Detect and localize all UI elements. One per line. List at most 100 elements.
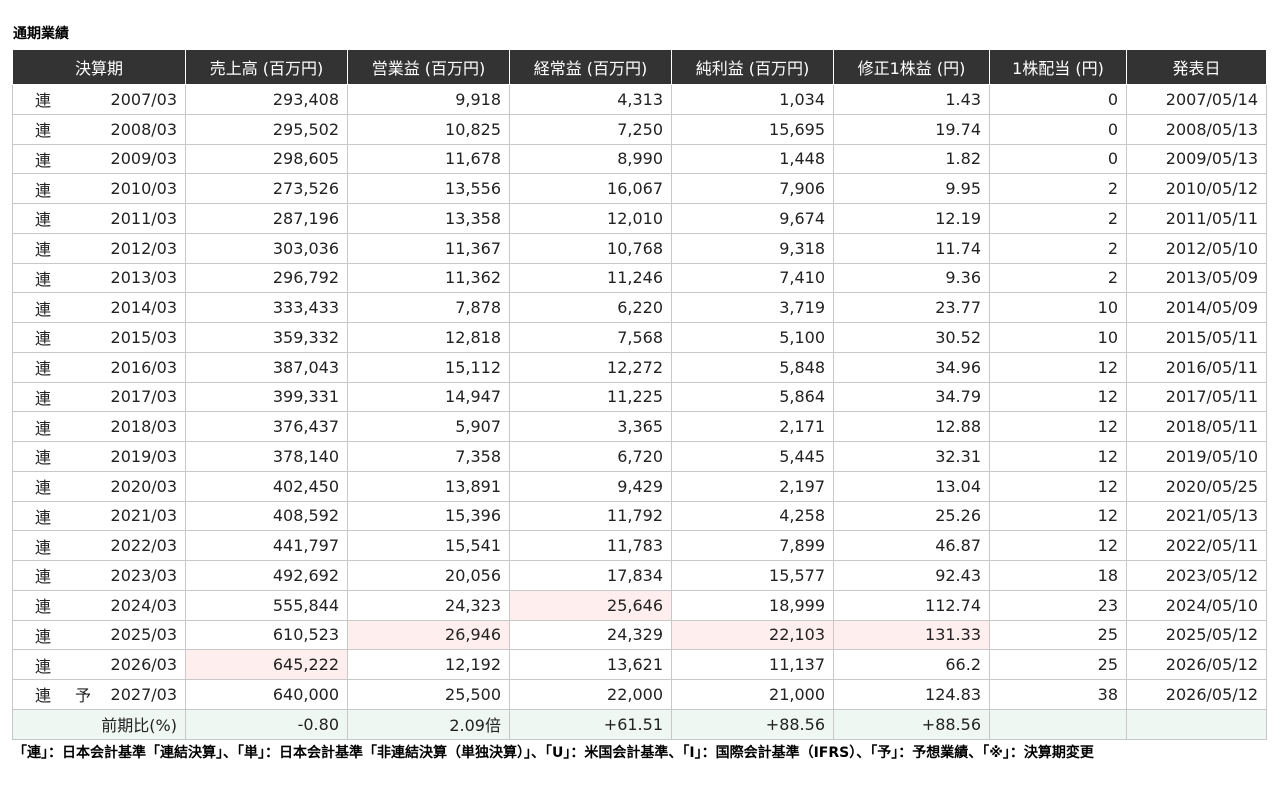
period-label: 2019/03 <box>110 446 177 466</box>
cell-ordinary: 12,010 <box>509 203 672 234</box>
cell-date: 2024/05/10 <box>1126 589 1267 621</box>
period-cell: 連 2016/03 <box>12 351 186 383</box>
period-label: 2007/03 <box>110 89 177 109</box>
cell-ordinary: 25,646 <box>509 589 672 621</box>
cell-operating: 11,678 <box>347 143 510 175</box>
table-row: 連 2009/03 298,605 11,678 8,990 1,448 1.82 0 2009… <box>12 143 1267 175</box>
cell-operating: 5,907 <box>347 411 510 442</box>
cell-eps: 11.74 <box>833 232 990 264</box>
basis-mark: 連 <box>35 359 52 379</box>
header-sales: 売上高 (百万円) <box>185 50 348 85</box>
header-adjusted-eps: 修正1株益 (円) <box>833 50 990 85</box>
forecast-mark <box>75 117 91 141</box>
footnote: 「連」：日本会計基準「連結決算」、「単」：日本会計基準「非連結決算（単独決算）」… <box>13 745 1094 761</box>
header-announce-date: 発表日 <box>1126 50 1267 85</box>
cell-operating: 26,946 <box>347 619 510 651</box>
basis-mark: 連 <box>35 478 52 498</box>
table-row: 連 2021/03 408,592 15,396 11,792 4,258 25.26 12 2… <box>12 500 1267 532</box>
cell-dividend: 0 <box>989 84 1127 115</box>
cell-eps: 12.19 <box>833 203 990 234</box>
cell-eps: 34.79 <box>833 381 990 413</box>
cell-sales: 408,592 <box>185 500 348 532</box>
forecast-mark <box>75 177 91 201</box>
table-row: 連 2026/03 645,222 12,192 13,621 11,137 66.2 25 2… <box>12 649 1267 680</box>
cell-sales: 402,450 <box>185 470 348 502</box>
cell-net: 15,577 <box>671 560 834 591</box>
period-cell: 連 2009/03 <box>12 143 186 175</box>
cell-operating: 11,367 <box>347 232 510 264</box>
table-row: 連 2016/03 387,043 15,112 12,272 5,848 34.96 12 2… <box>12 351 1267 383</box>
cell-dividend: 2 <box>989 203 1127 234</box>
period-cell: 連 2018/03 <box>12 411 186 442</box>
basis-mark: 連 <box>35 686 52 706</box>
cell-eps: 12.88 <box>833 411 990 442</box>
cell-eps: 1.82 <box>833 143 990 175</box>
cell-ordinary: 13,621 <box>509 649 672 680</box>
table-row: 連 2014/03 333,433 7,878 6,220 3,719 23.77 10 201… <box>12 292 1267 323</box>
table-row: 連 2010/03 273,526 13,556 16,067 7,906 9.95 2 201… <box>12 173 1267 204</box>
period-label: 2015/03 <box>110 327 177 347</box>
cell-operating: 14,947 <box>347 381 510 413</box>
table-row: 連 2012/03 303,036 11,367 10,768 9,318 11.74 2 20… <box>12 232 1267 264</box>
cell-date: 2012/05/10 <box>1126 232 1267 264</box>
cell-ordinary: 6,220 <box>509 292 672 323</box>
cell-ordinary: 4,313 <box>509 84 672 115</box>
cell-ordinary: 10,768 <box>509 232 672 264</box>
forecast-mark: 予 <box>75 686 92 706</box>
forecast-mark <box>75 296 91 320</box>
yoy-operating: 2.09倍 <box>347 708 510 740</box>
cell-eps: 92.43 <box>833 560 990 591</box>
period-label: 2009/03 <box>110 149 177 169</box>
cell-net: 21,000 <box>671 679 834 710</box>
period-cell: 連 2012/03 <box>12 232 186 264</box>
cell-ordinary: 11,225 <box>509 381 672 413</box>
forecast-mark <box>75 653 91 677</box>
basis-mark: 連 <box>35 150 52 170</box>
cell-operating: 7,878 <box>347 292 510 323</box>
cell-net: 4,258 <box>671 500 834 532</box>
cell-ordinary: 24,329 <box>509 619 672 651</box>
cell-sales: 555,844 <box>185 589 348 621</box>
period-cell: 連 2010/03 <box>12 173 186 204</box>
cell-net: 11,137 <box>671 649 834 680</box>
cell-ordinary: 6,720 <box>509 441 672 472</box>
cell-ordinary: 7,250 <box>509 113 672 145</box>
cell-operating: 25,500 <box>347 679 510 710</box>
cell-ordinary: 3,365 <box>509 411 672 442</box>
period-cell: 連 2026/03 <box>12 649 186 680</box>
cell-dividend: 12 <box>989 530 1127 561</box>
period-label: 2016/03 <box>110 357 177 377</box>
period-cell: 連 2017/03 <box>12 381 186 413</box>
table-row: 連 2008/03 295,502 10,825 7,250 15,695 19.74 0 20… <box>12 113 1267 145</box>
cell-operating: 15,541 <box>347 530 510 561</box>
cell-operating: 20,056 <box>347 560 510 591</box>
cell-eps: 9.95 <box>833 173 990 204</box>
basis-mark: 連 <box>35 507 52 527</box>
period-cell: 連 2007/03 <box>12 84 186 115</box>
period-cell: 連 2025/03 <box>12 619 186 651</box>
annual-results-table: 決算期 売上高 (百万円) 営業益 (百万円) 経常益 (百万円) 純利益 (百… <box>12 50 1267 740</box>
cell-date: 2021/05/13 <box>1126 500 1267 532</box>
cell-eps: 19.74 <box>833 113 990 145</box>
basis-mark: 連 <box>35 448 52 468</box>
cell-eps: 112.74 <box>833 589 990 621</box>
header-ordinary-profit: 経常益 (百万円) <box>509 50 672 85</box>
cell-operating: 13,358 <box>347 203 510 234</box>
cell-net: 15,695 <box>671 113 834 145</box>
yoy-row: 前期比(%) -0.80 2.09倍 +61.51 +88.56 +88.56 <box>12 708 1267 740</box>
cell-eps: 30.52 <box>833 322 990 353</box>
cell-dividend: 25 <box>989 649 1127 680</box>
cell-dividend: 12 <box>989 470 1127 502</box>
table-row: 連 2025/03 610,523 26,946 24,329 22,103 131.33 2… <box>12 619 1267 651</box>
cell-date: 2013/05/09 <box>1126 262 1267 294</box>
basis-mark: 連 <box>35 180 52 200</box>
basis-mark: 連 <box>35 210 52 230</box>
table-header-row: 決算期 売上高 (百万円) 営業益 (百万円) 経常益 (百万円) 純利益 (百… <box>12 50 1267 85</box>
cell-date: 2019/05/10 <box>1126 441 1267 472</box>
cell-dividend: 12 <box>989 500 1127 532</box>
cell-dividend: 12 <box>989 411 1127 442</box>
period-label: 2025/03 <box>110 625 177 645</box>
table-row: 連 2024/03 555,844 24,323 25,646 18,999 112.74 2… <box>12 589 1267 621</box>
period-cell: 連 2015/03 <box>12 322 186 353</box>
cell-date: 2026/05/12 <box>1126 649 1267 680</box>
